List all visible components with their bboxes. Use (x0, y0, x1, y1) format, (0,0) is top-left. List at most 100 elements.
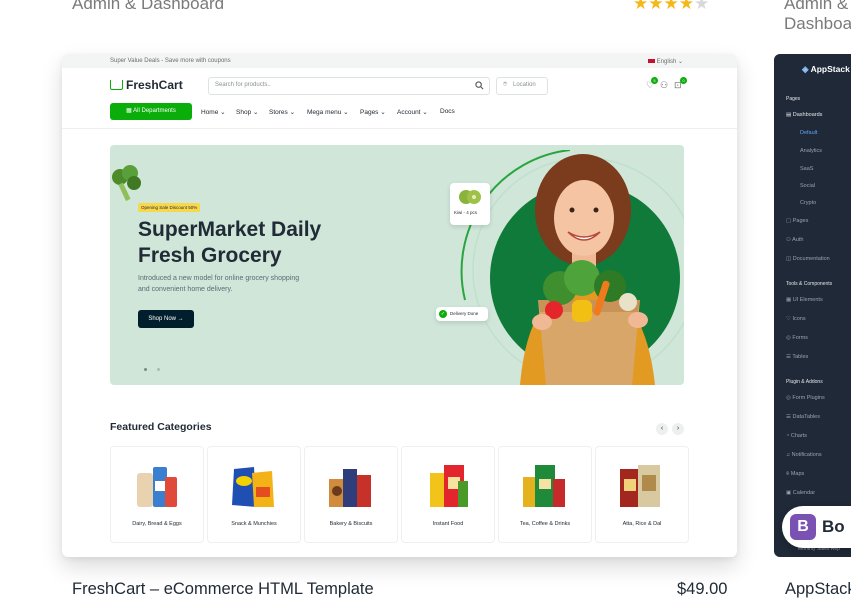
language-label: English (656, 59, 677, 65)
menu-item-home: Home ⌄ (201, 109, 226, 116)
carousel-next-button: › (672, 423, 684, 435)
flag-icon (648, 59, 655, 63)
slider-dot-active (144, 368, 147, 371)
dairy-products-image (137, 467, 177, 507)
rating-stars: ★★★★★ (633, 0, 709, 14)
list-icon: ☰ (786, 414, 791, 420)
kiwi-product-card: Kiwi - 4 pcs (450, 183, 490, 225)
page-icon: ▢ (786, 218, 792, 224)
category-label: Dairy, Bread & Eggs (132, 521, 182, 527)
menu-item-shop: Shop ⌄ (236, 109, 259, 116)
heart-icon: ♡ (786, 316, 791, 322)
search-input: Search for products.. (208, 77, 490, 95)
product-title-link[interactable]: FreshCart – eCommerce HTML Template (72, 580, 374, 599)
category-label: Bakery & Biscuits (329, 521, 373, 527)
hero-subtitle: Introduced a new model for online grocer… (138, 275, 300, 293)
sidebar-item-dashboards: ▤ Dashboards (786, 112, 823, 118)
grid-icon: ▦ (126, 108, 132, 114)
carousel-prev-button: ‹ (656, 423, 668, 435)
product-title-link-2[interactable]: AppStack (785, 580, 851, 599)
arrow-right-icon: → (177, 316, 184, 322)
user-icon: ⚇ (660, 80, 669, 90)
category-tile: Instant Food (401, 446, 495, 543)
delivery-status-chip: ✓ Delivery Done (436, 307, 488, 321)
bakery-biscuits-image (329, 469, 371, 507)
location-label: Location (513, 82, 536, 88)
category-tile: Dairy, Bread & Eggs (110, 446, 204, 543)
all-departments-button: ▦ All Departments (110, 103, 192, 120)
category-tile: Atta, Rice & Dal (595, 446, 689, 543)
sidebar-header: Pages (786, 96, 801, 102)
category-tile: Snack & Munchies (207, 446, 301, 543)
topbar-text: Super Value Deals - Save more with coupo… (110, 58, 231, 64)
sale-badge: Opening Sale Discount 50% (138, 203, 201, 212)
delivery-label: Delivery Done (450, 311, 479, 316)
list-icon: ☰ (786, 354, 791, 360)
sidebar-header: Plugin & Addons (786, 379, 823, 385)
sidebar-item-auth: ⚇ Auth (786, 237, 804, 243)
sidebar-subitem: SaaS (800, 166, 814, 172)
layers-icon: ◈ (802, 64, 809, 74)
sidebar-item-form-plugins: ◎ Form Plugins (786, 395, 825, 401)
kiwi-label: Kiwi - 4 pcs (454, 210, 478, 215)
appstack-logo: ◈ AppStack (802, 64, 850, 74)
sidebar-item-notifications: ♫ Notifications (786, 452, 822, 458)
star-icon: ★ (678, 0, 694, 13)
instant-food-image (430, 465, 468, 507)
category-label: Atta, Rice & Dal (622, 521, 662, 527)
sidebar-subitem: Analytics (800, 148, 823, 154)
bootstrap-logo-icon: B (790, 514, 816, 540)
grid-icon: ▦ (786, 297, 792, 303)
sidebar-subitem: Crypto (800, 200, 817, 206)
category-tile: Tea, Coffee & Drinks (498, 446, 592, 543)
category-label: Snack & Munchies (231, 521, 277, 527)
sidebar-item-datatables: ☰ DataTables (786, 414, 820, 420)
star-icon: ★ (694, 0, 710, 13)
category-label: Instant Food (432, 521, 464, 527)
users-icon: ⚇ (786, 237, 791, 243)
menu-item-docs: Docs (440, 108, 455, 115)
location-pin-icon: ⌾ (503, 81, 508, 88)
menu-item-mega-menu: Mega menu ⌄ (307, 109, 349, 116)
tea-coffee-image (523, 465, 565, 507)
book-icon: ◫ (786, 256, 792, 262)
slider-dot (157, 368, 160, 371)
broccoli-image (112, 165, 141, 202)
sidebar-item-icons: ♡ Icons (786, 316, 806, 322)
product-preview-card[interactable]: Super Value Deals - Save more with coupo… (62, 54, 737, 557)
sidebar-item-tables: ☰ Tables (786, 354, 809, 360)
bootstrap-badge-text: Bo (822, 517, 845, 536)
bootstrap-badge: B Bo (782, 506, 851, 548)
sidebar-item-forms: ◎ Forms (786, 335, 808, 341)
sidebar-header: Tools & Components (786, 281, 833, 287)
sidebar-item-charts: ◔ Charts (786, 433, 808, 439)
language-select: English ⌄ (648, 58, 683, 65)
menu-item-pages: Pages ⌄ (360, 109, 386, 116)
sidebar-item-docs: ◫ Documentation (786, 256, 830, 262)
location-button: ⌾ Location (496, 77, 548, 95)
wishlist-count-badge: 5 (651, 77, 658, 84)
sidebar-item-calendar: ▣ Calendar (786, 490, 816, 496)
product-preview-card-2[interactable]: ◈ AppStack Pages ▤ Dashboards Default An… (774, 54, 851, 557)
sidebar-item-maps: ⌾ Maps (786, 471, 805, 477)
sidebar-item-pages: ▢ Pages (786, 218, 809, 224)
category-label: Tea, Coffee & Drinks (519, 521, 571, 527)
star-icon: ★ (663, 0, 679, 13)
dashboard-icon: ▤ (786, 112, 792, 118)
snacks-image (232, 467, 274, 507)
atta-rice-dal-image (620, 465, 660, 507)
product-price: $49.00 (677, 580, 728, 598)
category-tile: Bakery & Biscuits (304, 446, 398, 543)
sidebar-item-ui: ▦ UI Elements (786, 297, 823, 303)
sidebar-subitem: Social (800, 183, 815, 189)
calendar-icon: ▣ (786, 490, 792, 496)
featured-categories-title: Featured Categories (110, 421, 212, 433)
cart-logo-icon (110, 80, 123, 90)
preview-navbar: FreshCart Search for products.. ⌾ Locati… (62, 68, 737, 129)
check-icon: ✓ (439, 310, 447, 318)
map-pin-icon: ⌾ (786, 471, 790, 477)
chart-icon: ◔ (786, 433, 790, 439)
star-icon: ★ (633, 0, 649, 13)
hero-banner: Opening Sale Discount 50% SuperMarket Da… (110, 145, 684, 385)
departments-label: All Departments (133, 108, 176, 114)
